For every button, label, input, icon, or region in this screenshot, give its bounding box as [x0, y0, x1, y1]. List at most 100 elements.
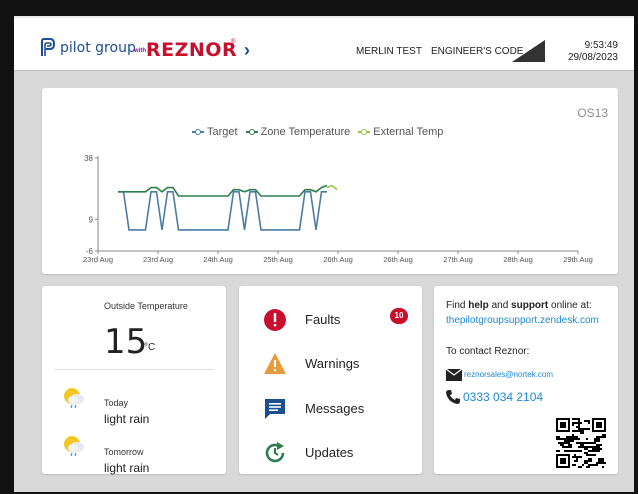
- qr-module: [564, 438, 566, 440]
- qr-module: [572, 456, 574, 458]
- qr-module: [568, 444, 570, 446]
- qr-module: [590, 460, 592, 462]
- qr-module: [582, 446, 584, 448]
- qr-module: [598, 448, 600, 450]
- support-intro-pre: Find: [446, 300, 469, 311]
- qr-module: [574, 418, 576, 420]
- qr-module: [572, 418, 574, 420]
- today-forecast: light rain: [104, 412, 150, 426]
- qr-module: [594, 450, 596, 452]
- support-card: Find help and support online at: thepilo…: [434, 286, 618, 474]
- support-website-link[interactable]: thepilotgroupsupport.zendesk.com: [446, 315, 599, 326]
- qr-module: [574, 436, 576, 438]
- messages-row[interactable]: Messages: [263, 393, 413, 423]
- qr-module: [596, 462, 598, 464]
- qr-module: [572, 464, 574, 466]
- qr-module: [574, 450, 576, 452]
- temperature-unit: °C: [144, 342, 156, 353]
- qr-module: [576, 456, 578, 458]
- qr-module: [566, 436, 568, 438]
- qr-module: [572, 438, 574, 440]
- qr-module: [592, 450, 594, 452]
- qr-module: [556, 436, 558, 438]
- qr-module: [576, 460, 578, 462]
- qr-module: [562, 446, 564, 448]
- qr-module: [592, 454, 594, 456]
- warnings-row[interactable]: Warnings: [263, 348, 413, 378]
- qr-module: [564, 442, 566, 444]
- qr-module: [560, 442, 562, 444]
- faults-row[interactable]: Faults 10: [263, 304, 413, 334]
- warnings-label: Warnings: [305, 356, 360, 371]
- qr-module: [598, 458, 600, 460]
- message-icon: [265, 399, 285, 419]
- registered-mark: ®: [231, 39, 236, 45]
- qr-finder: [560, 458, 566, 464]
- chevron-right-icon[interactable]: ›: [244, 40, 250, 61]
- x-tick-label: 23rd Aug: [143, 255, 173, 264]
- qr-module: [576, 450, 578, 452]
- qr-module: [584, 448, 586, 450]
- qr-module: [586, 420, 588, 422]
- today-label: Today: [104, 398, 129, 408]
- qr-module: [586, 452, 588, 454]
- qr-module: [576, 442, 578, 444]
- qr-module: [580, 422, 582, 424]
- qr-module: [590, 458, 592, 460]
- qr-module: [580, 456, 582, 458]
- qr-module: [586, 442, 588, 444]
- pilot-group-logo[interactable]: pilot group: [40, 38, 136, 58]
- device-frame: pilot group with REZNOR ® › MERLIN TEST …: [0, 0, 638, 494]
- qr-module: [556, 438, 558, 440]
- qr-module: [574, 422, 576, 424]
- qr-module: [578, 420, 580, 422]
- qr-module: [596, 450, 598, 452]
- qr-module: [590, 442, 592, 444]
- qr-module: [594, 464, 596, 466]
- qr-module: [564, 446, 566, 448]
- qr-module: [598, 462, 600, 464]
- qr-module: [558, 442, 560, 444]
- qr-module: [574, 438, 576, 440]
- qr-module: [572, 422, 574, 424]
- qr-module: [582, 430, 584, 432]
- qr-module: [590, 450, 592, 452]
- qr-module: [582, 464, 584, 466]
- qr-module: [576, 422, 578, 424]
- qr-module: [574, 456, 576, 458]
- series-line-zone-temperature: [118, 184, 328, 197]
- phone-link[interactable]: 0333 034 2104: [463, 390, 543, 404]
- rain-cloud-icon: [64, 388, 84, 409]
- qr-module: [574, 454, 576, 456]
- x-tick-label: 25th Aug: [263, 255, 293, 264]
- email-link[interactable]: reznorsales@nortek.com: [464, 370, 553, 379]
- qr-module: [572, 430, 574, 432]
- qr-module: [580, 446, 582, 448]
- support-intro-mid: and: [488, 300, 512, 311]
- qr-module: [598, 444, 600, 446]
- engineer-code-button[interactable]: ENGINEER'S CODE: [431, 46, 523, 57]
- qr-module: [560, 444, 562, 446]
- qr-module: [556, 450, 558, 452]
- qr-code: [556, 418, 606, 468]
- qr-module: [586, 460, 588, 462]
- qr-module: [598, 436, 600, 438]
- qr-module: [588, 464, 590, 466]
- qr-module: [578, 438, 580, 440]
- qr-module: [568, 440, 570, 442]
- phone-icon: [446, 390, 460, 404]
- support-intro-help: help: [468, 300, 489, 311]
- qr-module: [596, 448, 598, 450]
- qr-module: [580, 432, 582, 434]
- clock-time: 9:53:49: [584, 40, 618, 51]
- qr-module: [586, 438, 588, 440]
- qr-module: [586, 454, 588, 456]
- qr-module: [576, 418, 578, 420]
- qr-module: [576, 430, 578, 432]
- updates-row[interactable]: Updates: [263, 437, 413, 467]
- support-intro-post: online at:: [548, 300, 592, 311]
- qr-module: [564, 450, 566, 452]
- qr-module: [574, 464, 576, 466]
- qr-module: [572, 440, 574, 442]
- qr-module: [568, 436, 570, 438]
